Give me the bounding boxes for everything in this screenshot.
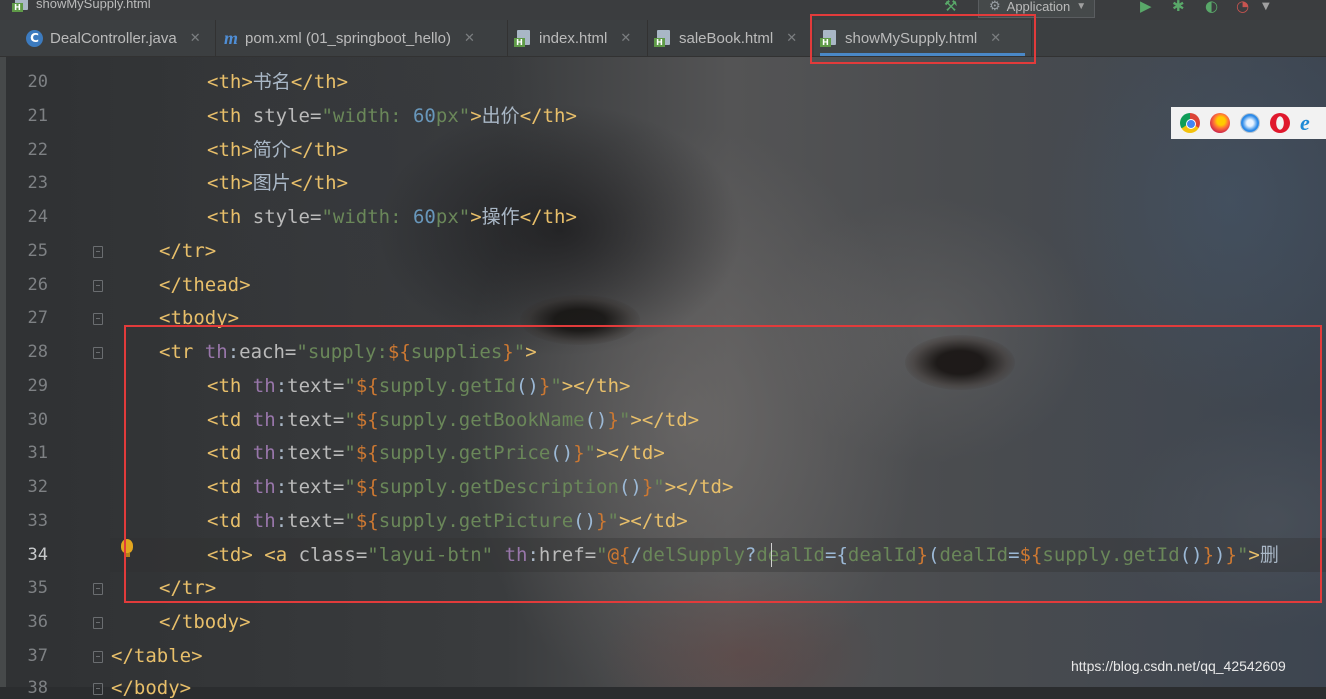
profile-icon[interactable]: ◔: [1236, 0, 1249, 15]
fold-marker-icon[interactable]: [93, 280, 103, 292]
safari-icon[interactable]: [1240, 113, 1260, 133]
coverage-icon[interactable]: ◐: [1205, 0, 1218, 15]
code-line[interactable]: <th>书名</th>: [207, 71, 348, 93]
run-config-label: Application: [1006, 0, 1071, 14]
line-number: 24: [27, 207, 48, 227]
code-line[interactable]: <th>图片</th>: [207, 172, 348, 194]
line-number: 21: [27, 106, 48, 126]
fold-marker-icon[interactable]: [93, 683, 103, 695]
close-icon[interactable]: ✕: [464, 30, 475, 46]
gear-icon: ⚙: [989, 0, 1001, 13]
tab-index[interactable]: H index.html ✕: [508, 20, 648, 56]
active-tab-highlight: [810, 14, 1036, 64]
window-title: H showMySupply.html: [12, 0, 151, 12]
window-title-text: showMySupply.html: [36, 0, 151, 11]
line-number: 36: [27, 612, 48, 632]
code-line[interactable]: <th style="width: 60px">操作</th>: [207, 206, 577, 228]
tab-label: saleBook.html: [679, 29, 774, 47]
fold-marker-icon[interactable]: [93, 651, 103, 663]
line-number: 25: [27, 241, 48, 261]
fold-marker-icon[interactable]: [93, 583, 103, 595]
debug-icon[interactable]: ✱: [1172, 0, 1185, 15]
code-line[interactable]: </body>: [111, 677, 191, 699]
html-file-icon: H: [514, 30, 532, 47]
line-number: 28: [27, 342, 48, 362]
tab-label: index.html: [539, 29, 608, 47]
maven-icon: m: [224, 27, 239, 48]
line-number: 22: [27, 140, 48, 160]
close-icon[interactable]: ✕: [786, 30, 797, 46]
code-line[interactable]: </thead>: [159, 274, 251, 296]
code-line[interactable]: <th>简介</th>: [207, 139, 348, 161]
opera-icon[interactable]: [1270, 113, 1290, 133]
code-line[interactable]: </tbody>: [159, 611, 251, 633]
gutter-scroll-marker: [0, 57, 6, 687]
chevron-down-icon: ▼: [1076, 0, 1087, 12]
tab-label: DealController.java: [50, 29, 177, 47]
close-icon[interactable]: ✕: [190, 30, 201, 46]
fold-marker-icon[interactable]: [93, 313, 103, 325]
editor-tab-bar: C DealController.java ✕ m pom.xml (01_sp…: [0, 20, 1326, 57]
ie-icon[interactable]: e: [1300, 112, 1310, 134]
line-number: 31: [27, 443, 48, 463]
line-number-current: 34: [27, 545, 48, 565]
chrome-icon[interactable]: [1180, 113, 1200, 133]
more-chevron-icon[interactable]: ▼: [1262, 1, 1270, 12]
line-number: 33: [27, 511, 48, 531]
tab-label: pom.xml (01_springboot_hello): [245, 29, 451, 47]
title-strip: H showMySupply.html ⚒ ⚙ Application ▼ ▶ …: [0, 0, 1326, 20]
code-line[interactable]: </table>: [111, 645, 203, 667]
code-line[interactable]: </tr>: [159, 240, 216, 262]
html-file-icon: H: [12, 0, 30, 12]
text-caret: [771, 543, 772, 567]
line-number: 35: [27, 578, 48, 598]
tab-salebook[interactable]: H saleBook.html ✕: [648, 20, 812, 56]
line-number: 27: [27, 308, 48, 328]
line-number: 30: [27, 410, 48, 430]
code-highlight-box: [124, 325, 1322, 603]
line-number: 32: [27, 477, 48, 497]
run-icon[interactable]: ▶: [1140, 0, 1152, 15]
tab-pom[interactable]: m pom.xml (01_springboot_hello) ✕: [216, 20, 508, 56]
html-file-icon: H: [654, 30, 672, 47]
line-number: 37: [27, 646, 48, 666]
line-number: 23: [27, 173, 48, 193]
java-class-icon: C: [26, 29, 43, 47]
hammer-build-icon[interactable]: ⚒: [944, 0, 957, 15]
line-number: 29: [27, 376, 48, 396]
close-icon[interactable]: ✕: [620, 30, 631, 46]
line-number: 26: [27, 275, 48, 295]
line-number: 20: [27, 72, 48, 92]
tab-dealcontroller[interactable]: C DealController.java ✕: [18, 20, 216, 56]
fold-marker-icon[interactable]: [93, 617, 103, 629]
watermark-text: https://blog.csdn.net/qq_42542609: [1071, 658, 1286, 674]
browser-preview-bar: e: [1171, 107, 1326, 139]
code-line[interactable]: <th style="width: 60px">出价</th>: [207, 105, 577, 127]
line-number: 38: [27, 678, 48, 698]
firefox-icon[interactable]: [1210, 113, 1230, 133]
fold-marker-icon[interactable]: [93, 347, 103, 359]
fold-marker-icon[interactable]: [93, 246, 103, 258]
